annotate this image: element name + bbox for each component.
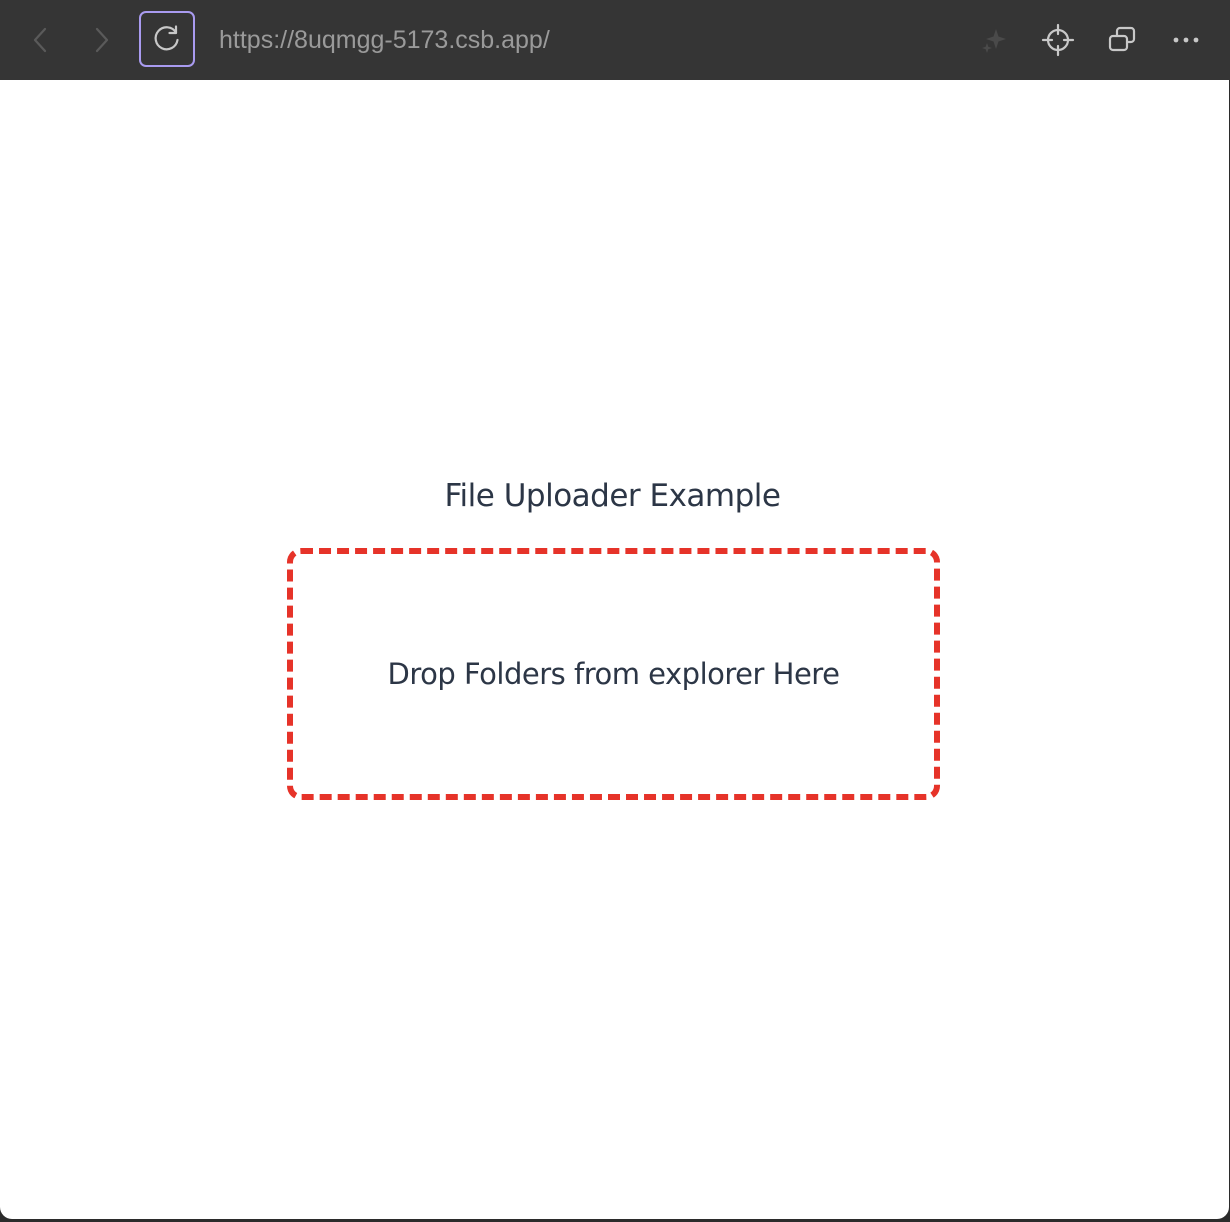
browser-window: https://8uqmgg-5173.csb.app/ File Upload… xyxy=(0,0,1230,1222)
page-viewport: File Uploader Example Drop Folders from … xyxy=(0,80,1229,1219)
chevron-left-icon xyxy=(31,25,51,55)
open-in-new-window-button[interactable] xyxy=(1102,20,1142,60)
forward-button[interactable] xyxy=(82,20,120,60)
dropzone-label: Drop Folders from explorer Here xyxy=(387,657,840,691)
back-button[interactable] xyxy=(22,20,60,60)
more-options-button[interactable] xyxy=(1166,20,1206,60)
crosshair-icon xyxy=(1041,23,1075,57)
windows-icon xyxy=(1106,24,1138,56)
ai-assist-button[interactable] xyxy=(974,20,1014,60)
inspect-button[interactable] xyxy=(1038,20,1078,60)
reload-icon xyxy=(152,24,182,54)
sparkle-icon xyxy=(979,25,1009,55)
browser-toolbar: https://8uqmgg-5173.csb.app/ xyxy=(0,0,1230,80)
chevron-right-icon xyxy=(91,25,111,55)
address-bar[interactable]: https://8uqmgg-5173.csb.app/ xyxy=(219,24,550,56)
folder-dropzone[interactable]: Drop Folders from explorer Here xyxy=(287,548,940,800)
more-icon xyxy=(1171,35,1201,45)
page-title: File Uploader Example xyxy=(444,478,781,514)
reload-button[interactable] xyxy=(139,11,195,67)
